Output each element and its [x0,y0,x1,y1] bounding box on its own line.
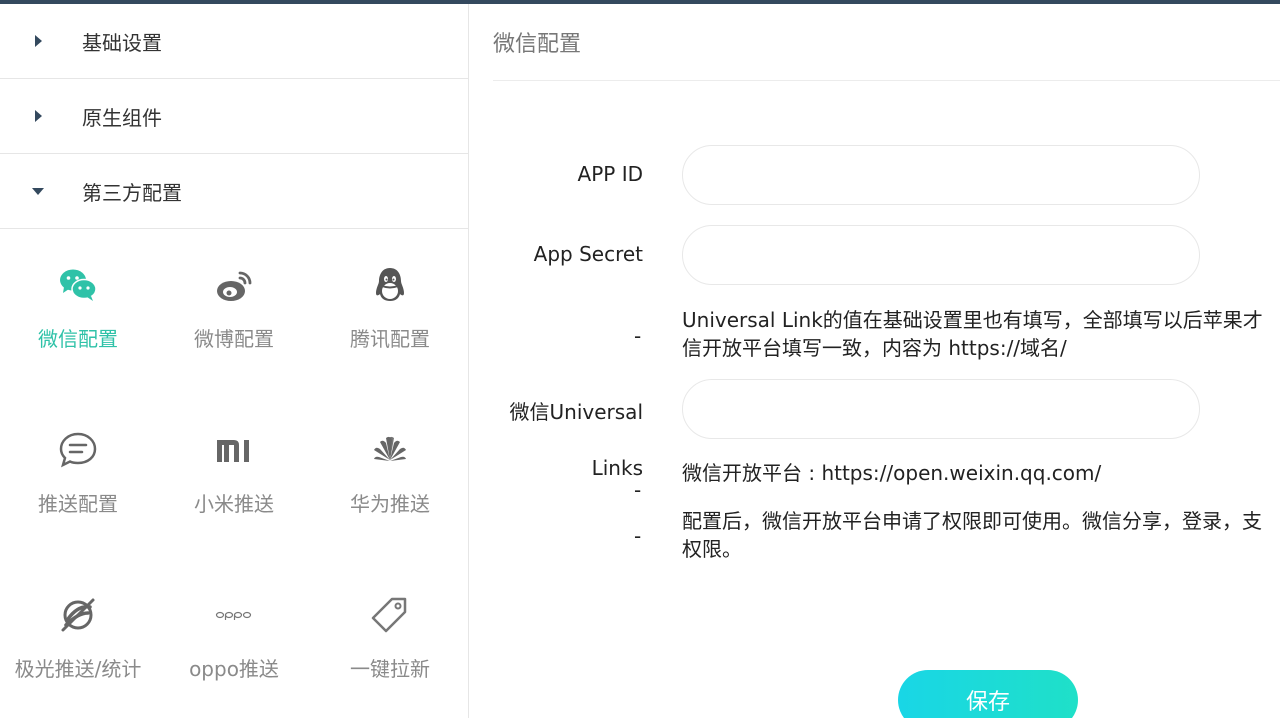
caret-right-icon [0,109,82,123]
tile-label: 极光推送/统计 [14,657,142,681]
sidebar-section-native-components[interactable]: 原生组件 [0,79,468,154]
tile-push-config[interactable]: 推送配置 [0,394,156,559]
caret-down-icon [0,184,82,198]
tile-label: 腾讯配置 [350,327,430,351]
platform-note: 微信开放平台 : https://open.weixin.qq.com/ [682,461,1102,485]
tile-wechat-config[interactable]: 微信配置 [0,229,156,394]
page-title: 微信配置 [493,4,1280,81]
usage-note-line1: 配置后，微信开放平台申请了权限即可使用。微信分享，登录，支 [682,509,1262,533]
tile-jpush-stats[interactable]: 极光推送/统计 [0,559,156,718]
jpush-icon [56,593,100,637]
tile-label: 推送配置 [38,492,118,516]
huawei-icon [368,428,412,472]
third-party-grid: 微信配置 微博配置 腾讯配置 推送配置 小米推送 华为推送 极光推送/统计 op… [0,229,468,718]
tile-huawei-push[interactable]: 华为推送 [312,394,468,559]
qq-icon [368,263,412,307]
usage-note: 配置后，微信开放平台申请了权限即可使用。微信分享，登录，支 权限。 [682,507,1262,563]
oppo-icon [212,593,256,637]
save-button[interactable]: 保存 [898,670,1078,718]
tile-label: 微博配置 [194,327,274,351]
universal-links-label-line1: 微信Universal [509,400,643,424]
tile-label: 小米推送 [194,492,274,516]
note-dash: - [634,478,642,502]
main-panel: 微信配置 APP ID App Secret - Universal Link的… [470,4,1280,718]
sidebar-section-basic-settings[interactable]: 基础设置 [0,4,468,79]
chat-bubble-icon [56,428,100,472]
tile-tencent-config[interactable]: 腾讯配置 [312,229,468,394]
universal-link-note-line2: 信开放平台填写一致，内容为 https://域名/ [682,336,1067,360]
note-dash: - [634,524,642,548]
caret-right-icon [0,34,82,48]
xiaomi-icon [212,428,256,472]
universal-link-note-line1: Universal Link的值在基础设置里也有填写，全部填写以后苹果才 [682,308,1263,332]
sidebar-section-third-party[interactable]: 第三方配置 [0,154,468,229]
tile-weibo-config[interactable]: 微博配置 [156,229,312,394]
tag-icon [368,593,412,637]
universal-link-note: Universal Link的值在基础设置里也有填写，全部填写以后苹果才 信开放… [682,306,1263,362]
tile-oppo-push[interactable]: oppo推送 [156,559,312,718]
universal-links-input[interactable] [682,379,1200,439]
wechat-icon [56,263,100,307]
tile-label: 一键拉新 [350,657,430,681]
tile-one-click-acquire[interactable]: 一键拉新 [312,559,468,718]
tile-label: 微信配置 [38,327,118,351]
tile-label: oppo推送 [189,657,279,681]
section-label: 基础设置 [82,30,162,55]
app-id-input[interactable] [682,145,1200,205]
usage-note-line2: 权限。 [682,537,742,561]
section-label: 原生组件 [82,105,162,130]
weibo-icon [212,263,256,307]
tile-label: 华为推送 [350,492,430,516]
note-dash: - [634,324,642,348]
app-id-label: APP ID [577,162,643,186]
universal-links-label-line2: Links [591,456,643,480]
app-secret-label: App Secret [533,242,643,266]
app-secret-input[interactable] [682,225,1200,285]
sidebar: 基础设置 原生组件 第三方配置 微信配置 微博配置 腾讯配置 推送配置 小米推送… [0,4,469,718]
tile-xiaomi-push[interactable]: 小米推送 [156,394,312,559]
section-label: 第三方配置 [82,180,182,205]
